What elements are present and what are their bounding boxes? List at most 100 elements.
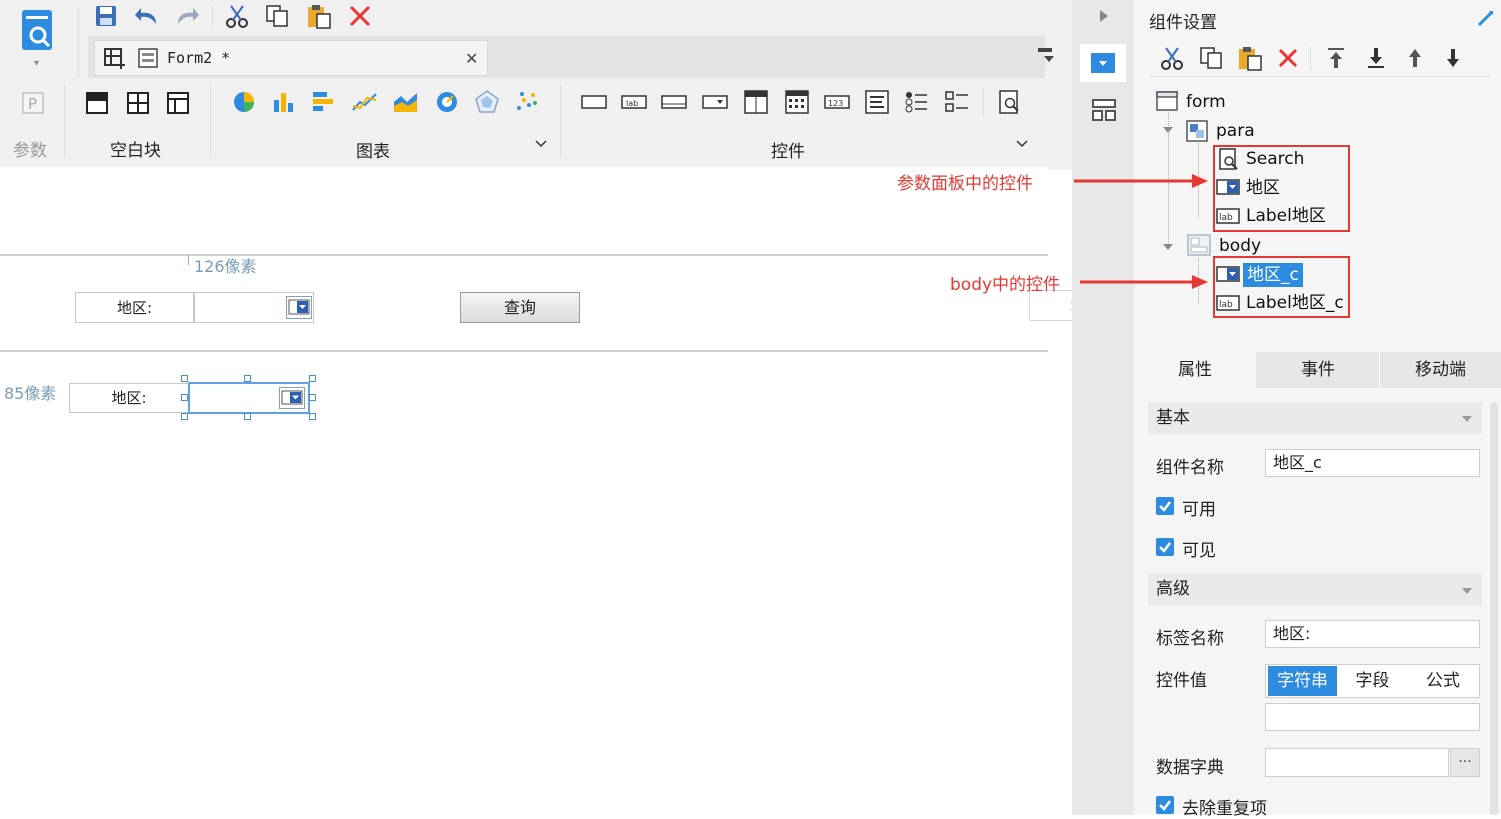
tree-node-form[interactable]: form	[1186, 91, 1226, 113]
calendar-widget-icon[interactable]	[784, 89, 810, 115]
tab-properties[interactable]: 属性	[1134, 352, 1256, 388]
collapse-arrow-icon[interactable]	[1098, 8, 1110, 24]
resize-handle[interactable]	[309, 375, 316, 382]
query-button[interactable]: 查询	[460, 292, 580, 323]
chart-expand-chevron-icon[interactable]	[534, 138, 548, 150]
layout-panel-icon[interactable]	[1091, 98, 1117, 122]
para-area-label[interactable]: 地区:	[75, 292, 194, 323]
body-widgets-highlight	[1213, 256, 1350, 318]
side-toolstrip	[1072, 0, 1134, 815]
list-widget-icon[interactable]	[864, 89, 890, 115]
widget-name-input[interactable]: 地区_c	[1265, 449, 1480, 477]
panel-delete-icon[interactable]	[1277, 47, 1299, 69]
dropdown-arrow-icon[interactable]	[286, 296, 312, 319]
divider	[560, 85, 561, 157]
widget-settings-toggle[interactable]	[1080, 44, 1126, 82]
value-mode-formula[interactable]: 公式	[1408, 666, 1478, 696]
divider	[1150, 76, 1490, 77]
radar-chart-icon[interactable]	[474, 90, 500, 114]
line-chart-icon[interactable]	[352, 90, 378, 114]
dedupe-label: 去除重复项	[1182, 799, 1267, 819]
visible-checkbox[interactable]	[1156, 538, 1174, 556]
copy-icon[interactable]	[265, 4, 289, 28]
logo-dropdown-icon[interactable]: ▾	[34, 58, 39, 69]
template-logo-icon[interactable]	[20, 8, 56, 52]
search-button-widget-icon[interactable]	[997, 89, 1023, 115]
cell-grid-icon[interactable]	[103, 47, 127, 69]
resize-handle[interactable]	[309, 394, 316, 401]
body-area-combo-selected[interactable]	[188, 382, 310, 414]
blank-block-absolute-icon[interactable]	[86, 92, 108, 114]
save-icon[interactable]	[94, 4, 118, 28]
data-dict-button[interactable]: ···	[1450, 748, 1480, 777]
chevron-down-icon[interactable]	[1461, 414, 1473, 424]
area-chart-icon[interactable]	[393, 90, 419, 114]
widget-expand-chevron-icon[interactable]	[1015, 138, 1029, 150]
resize-handle[interactable]	[181, 413, 188, 420]
para-widgets-highlight	[1213, 145, 1350, 232]
designer-toolbar: ▾ Form2 * ✕ P 参数 空白块 图表 lab 123 控件	[0, 0, 1072, 170]
label-widget-icon[interactable]: lab	[620, 92, 648, 112]
paste-icon[interactable]	[306, 3, 332, 29]
tree-node-body[interactable]: body	[1219, 235, 1261, 257]
value-mode-string[interactable]: 字符串	[1268, 666, 1337, 696]
value-mode-field[interactable]: 字段	[1338, 666, 1407, 696]
dedupe-checkbox[interactable]	[1156, 796, 1174, 814]
tab-menu-icon[interactable]	[1038, 48, 1056, 64]
blank-block-split-icon[interactable]	[127, 92, 149, 114]
basic-group-header[interactable]: 基本	[1148, 402, 1482, 434]
pie-chart-icon[interactable]	[232, 90, 256, 114]
date-widget-icon[interactable]	[743, 89, 769, 115]
resize-handle[interactable]	[244, 413, 251, 420]
gauge-chart-icon[interactable]	[435, 90, 459, 114]
tree-collapse-icon[interactable]	[1162, 242, 1174, 252]
panel-paste-icon[interactable]	[1237, 45, 1263, 71]
divider	[78, 8, 79, 78]
document-tab[interactable]: Form2 * ✕	[94, 40, 488, 76]
blank-block-tab-icon[interactable]	[167, 92, 189, 114]
move-to-top-icon[interactable]	[1326, 47, 1346, 69]
enabled-checkbox[interactable]	[1156, 497, 1174, 515]
design-canvas[interactable]	[0, 167, 1048, 815]
tree-node-para[interactable]: para	[1216, 120, 1255, 142]
radio-group-icon[interactable]	[903, 89, 929, 115]
close-tab-icon[interactable]: ✕	[465, 49, 478, 68]
number-widget-icon[interactable]: 123	[823, 92, 851, 112]
cut-icon[interactable]	[225, 4, 249, 28]
chevron-down-icon[interactable]	[1461, 586, 1473, 596]
undo-icon[interactable]	[134, 4, 160, 28]
resize-handle[interactable]	[181, 394, 188, 401]
horizontal-bar-chart-icon[interactable]	[312, 90, 336, 114]
data-dict-input[interactable]	[1265, 748, 1449, 777]
tab-mobile[interactable]: 移动端	[1380, 352, 1501, 388]
resize-handle[interactable]	[244, 375, 251, 382]
move-up-icon[interactable]	[1405, 47, 1425, 69]
redo-icon[interactable]	[174, 4, 200, 28]
form-node-icon	[1156, 91, 1178, 111]
advanced-group-header[interactable]: 高级	[1148, 573, 1482, 605]
widget-value-input[interactable]	[1265, 703, 1480, 731]
checkbox-group-icon[interactable]	[944, 89, 970, 115]
move-down-icon[interactable]	[1443, 47, 1463, 69]
panel-copy-icon[interactable]	[1199, 46, 1223, 70]
tab-events[interactable]: 事件	[1257, 352, 1379, 388]
dropdown-arrow-icon[interactable]	[279, 387, 305, 409]
body-area-label[interactable]: 地区:	[69, 383, 189, 413]
tree-collapse-icon[interactable]	[1162, 125, 1174, 135]
text-area-icon[interactable]	[660, 92, 688, 112]
section-chart-label: 图表	[356, 142, 390, 162]
para-area-combo[interactable]	[194, 292, 314, 323]
resize-handle[interactable]	[181, 375, 188, 382]
panel-edit-icon[interactable]	[1477, 9, 1495, 27]
para-node-icon	[1186, 120, 1208, 142]
delete-icon[interactable]	[348, 4, 372, 28]
tag-name-input[interactable]: 地区:	[1265, 620, 1480, 648]
bar-chart-icon[interactable]	[272, 90, 296, 114]
panel-scrollbar[interactable]	[1490, 402, 1498, 815]
text-field-icon[interactable]	[580, 92, 608, 112]
scatter-chart-icon[interactable]	[515, 90, 539, 114]
panel-cut-icon[interactable]	[1160, 46, 1184, 70]
dropdown-widget-icon[interactable]	[701, 92, 729, 112]
move-to-bottom-icon[interactable]	[1366, 47, 1386, 69]
resize-handle[interactable]	[309, 413, 316, 420]
